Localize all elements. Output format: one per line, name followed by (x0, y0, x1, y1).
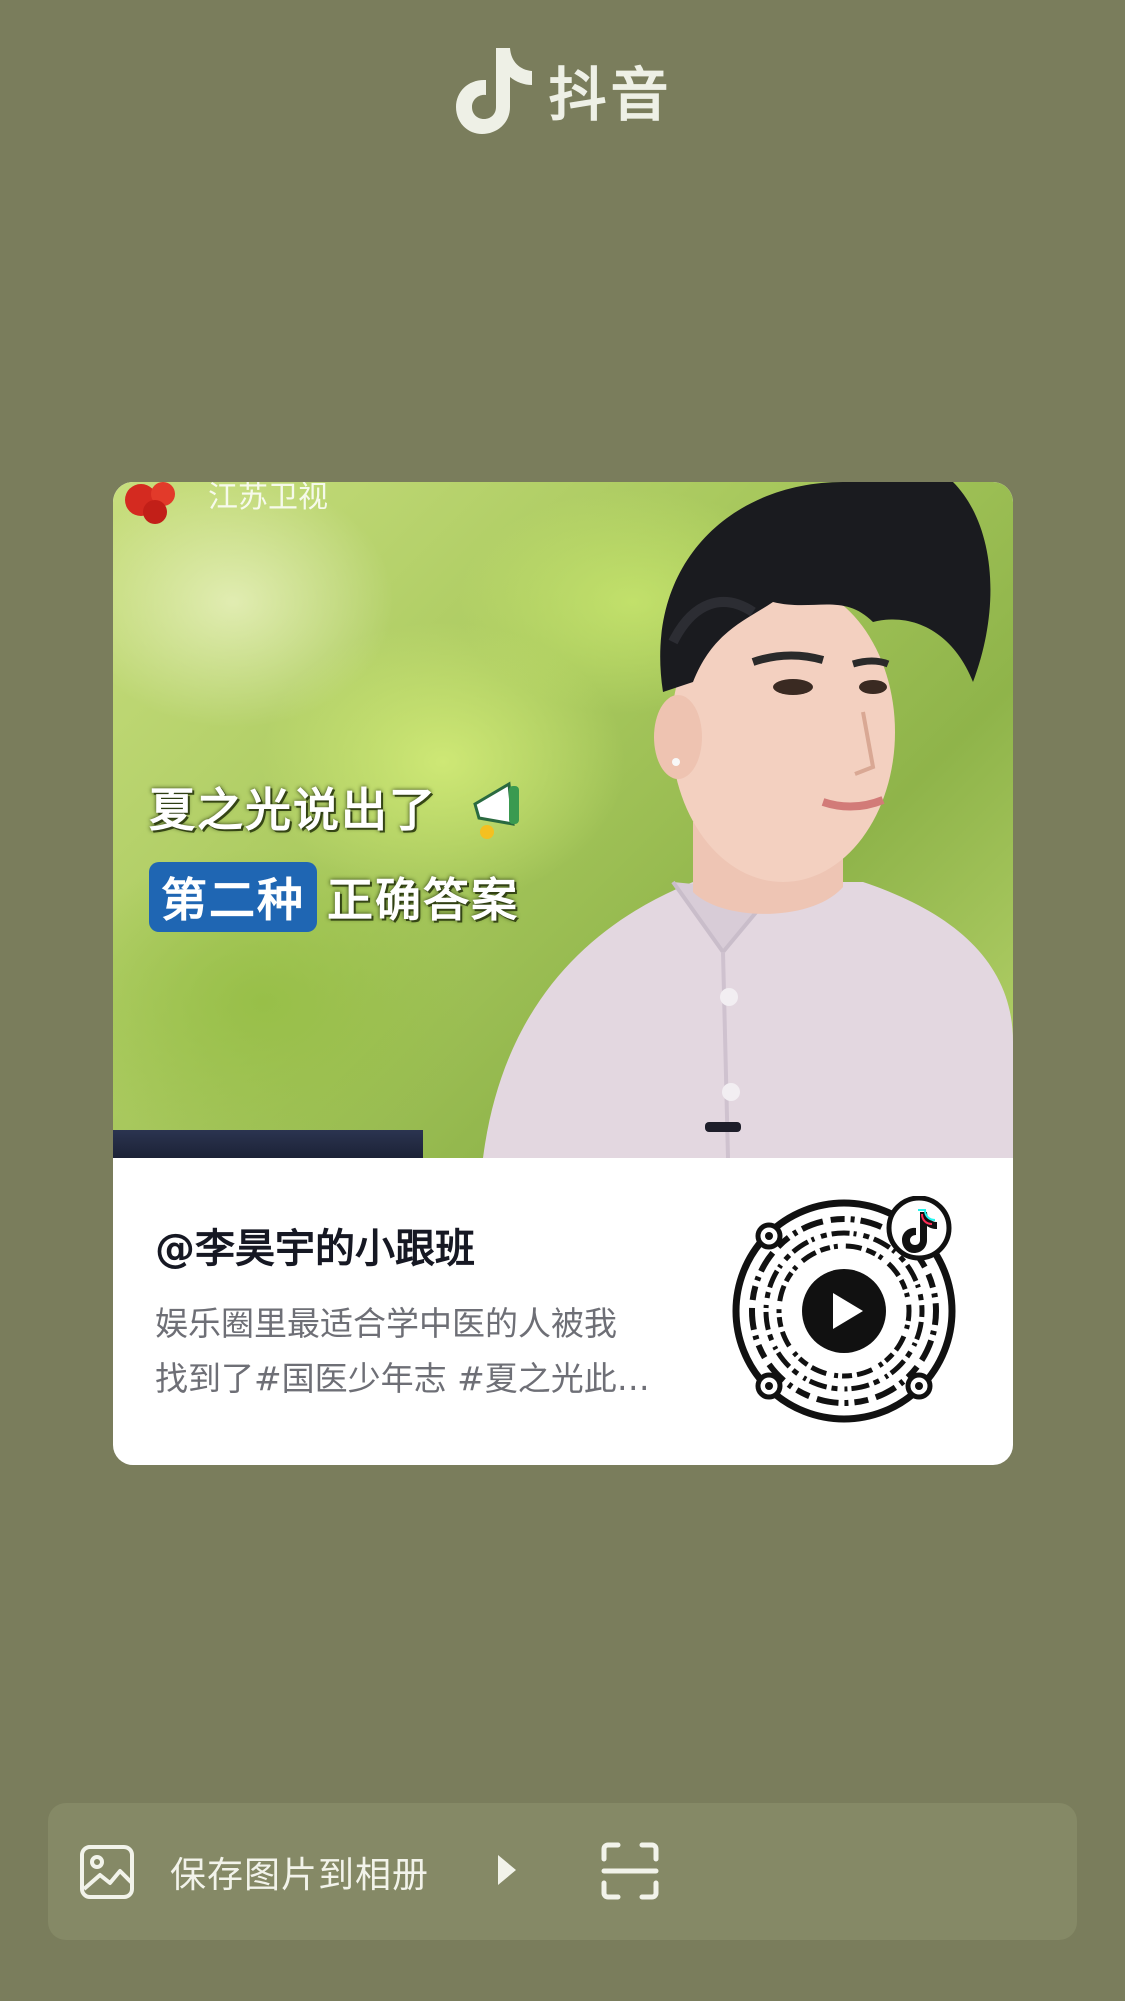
play-triangle-icon[interactable] (496, 1853, 518, 1887)
caption-highlight: 第二种 (149, 862, 317, 932)
douyin-logo: 抖音 (0, 44, 1125, 136)
action-bar: 保存图片到相册 (48, 1803, 1077, 1940)
douyin-note-icon (456, 48, 533, 134)
save-to-album-button[interactable]: 保存图片到相册 (78, 1803, 429, 1940)
scan-icon[interactable] (600, 1841, 660, 1901)
author-name[interactable]: @李昊宇的小跟班 (155, 1216, 475, 1274)
share-card[interactable]: 江苏卫视 夏之光说出了 第二种 正确答案 @李昊宇的小跟班 娱乐圈里最适合学中医… (113, 482, 1013, 1465)
tv-station-logo-icon (125, 482, 175, 524)
laptop-edge (113, 1130, 423, 1158)
video-cover[interactable]: 江苏卫视 夏之光说出了 第二种 正确答案 (113, 482, 1013, 1158)
description-line: 找到了#国医少年志 #夏之光此… (155, 1359, 650, 1398)
tv-station-watermark: 江苏卫视 (208, 482, 328, 515)
app-name: 抖音 (548, 61, 673, 129)
image-icon (80, 1844, 134, 1899)
person-portrait (483, 482, 1013, 1158)
video-info: @李昊宇的小跟班 娱乐圈里最适合学中医的人被我 找到了#国医少年志 #夏之光此… (113, 1158, 1013, 1465)
description-line: 娱乐圈里最适合学中医的人被我 (155, 1304, 617, 1343)
douyin-qr-code[interactable] (729, 1196, 959, 1426)
save-to-album-label: 保存图片到相册 (170, 1854, 430, 1896)
video-description: 娱乐圈里最适合学中医的人被我 找到了#国医少年志 #夏之光此… (155, 1296, 695, 1406)
